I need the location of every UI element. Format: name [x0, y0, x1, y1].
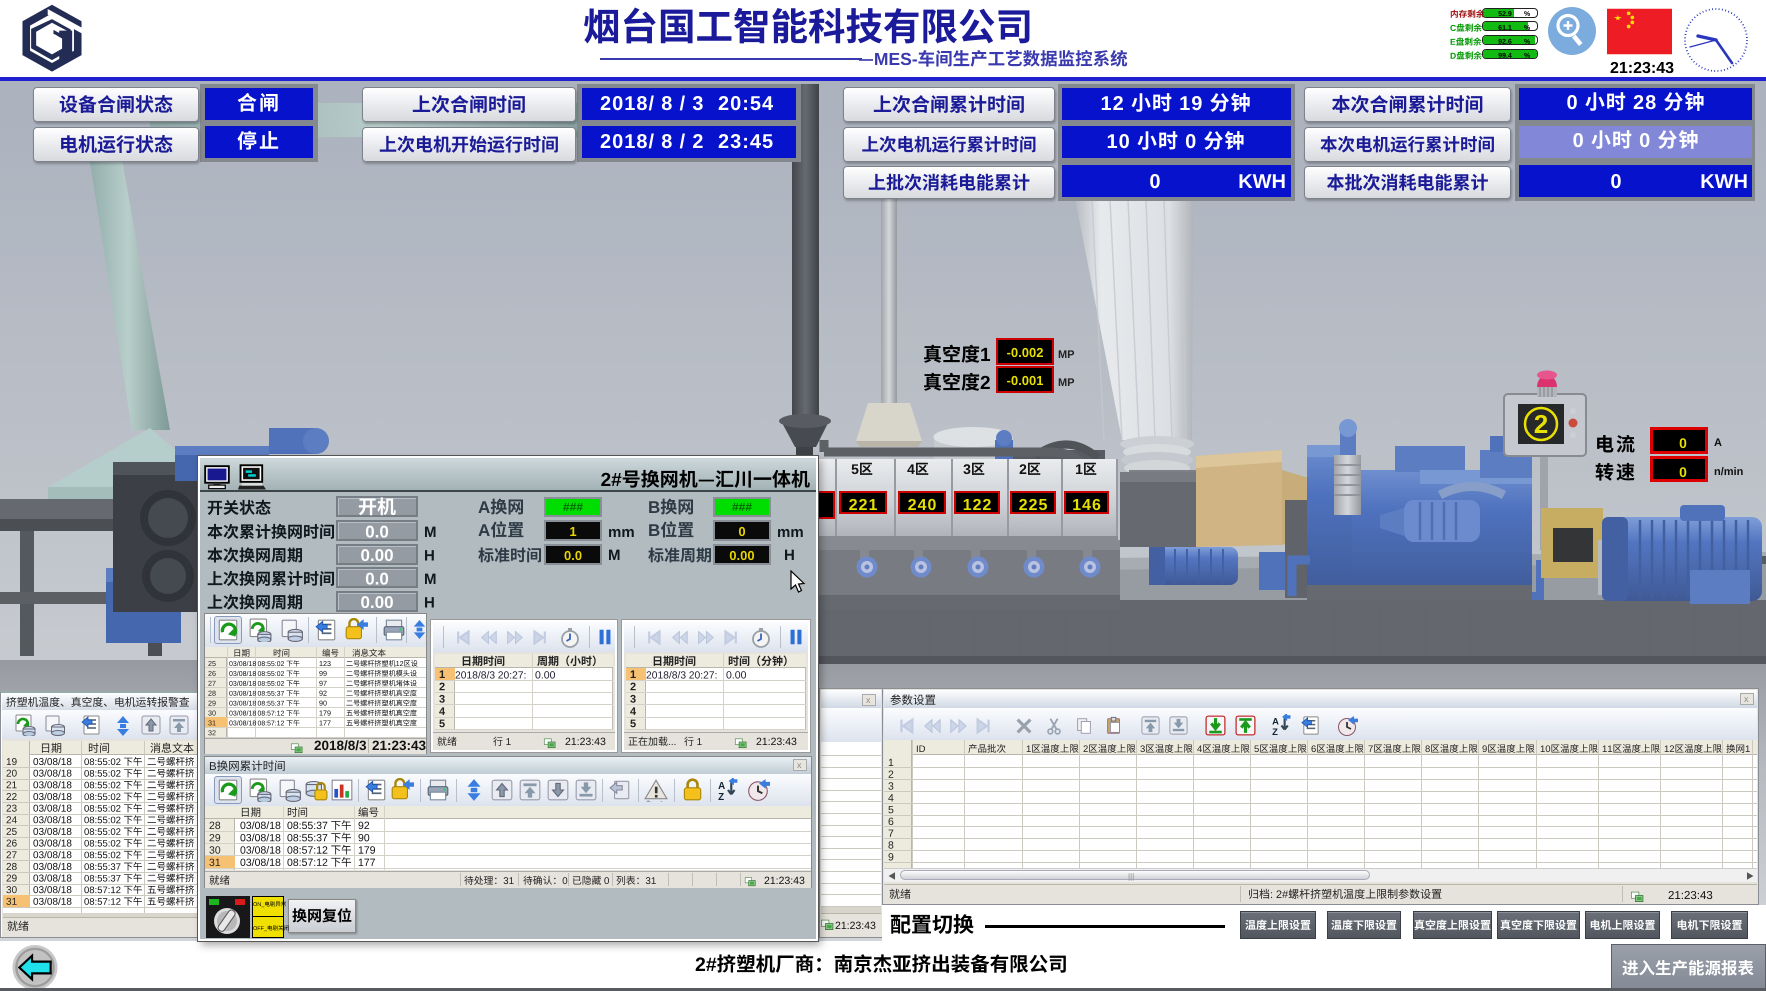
svg-text:Z: Z	[1272, 726, 1278, 737]
svg-text:Z: Z	[718, 792, 724, 802]
svg-text:A: A	[1272, 715, 1279, 726]
svg-text:A: A	[718, 781, 725, 792]
